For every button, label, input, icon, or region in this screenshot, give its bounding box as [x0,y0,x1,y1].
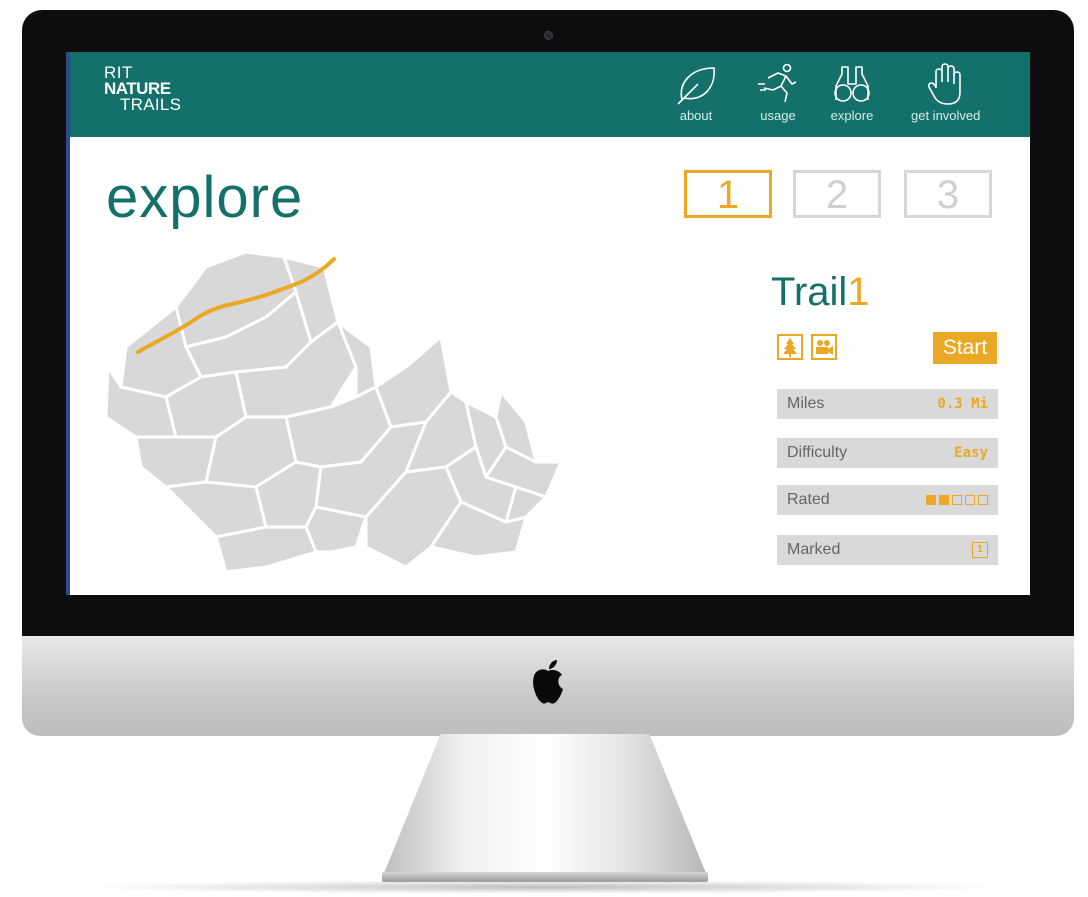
nav-get-involved-label: get involved [911,108,981,123]
step-1-button[interactable]: 1 [684,170,772,218]
nav-about-label: about [679,108,713,123]
camera-icon [544,31,553,40]
binoculars-icon [834,66,870,102]
nav-usage[interactable]: usage [756,62,800,132]
map-parcel [214,525,318,574]
nav-explore-label: explore [830,108,874,123]
apple-logo-icon [533,660,563,704]
tree-icon[interactable] [777,334,803,360]
nav-get-involved[interactable]: get involved [911,62,980,132]
app-screen: RIT NATURE TRAILS about usage explore ge… [66,52,1030,595]
hand-icon [927,63,961,105]
rated-label: Rated [787,491,830,508]
nav-explore[interactable]: explore [830,62,874,132]
map-parcel [134,435,218,489]
trail-map[interactable] [106,247,566,587]
rating-square-filled [926,495,936,505]
trail-title: Trail1 [771,270,870,315]
marked-value: 1 [972,542,988,558]
nav-usage-label: usage [760,108,796,123]
difficulty-value: Easy [954,445,988,461]
monitor-stand [382,734,708,879]
stat-row-miles: Miles 0.3 Mi [777,389,998,419]
step-2-button[interactable]: 2 [793,170,881,218]
stat-row-marked: Marked 1 [777,535,998,565]
rating-square-filled [939,495,949,505]
header-bar: RIT NATURE TRAILS about usage explore ge… [66,52,1030,137]
runner-icon [758,63,797,103]
leaf-icon [677,67,715,105]
stat-row-difficulty: Difficulty Easy [777,438,998,468]
brand-logo[interactable]: RIT NATURE TRAILS [104,64,182,114]
camera-icon[interactable] [811,334,837,360]
map-parcel [304,505,368,554]
rating-square-empty [965,495,975,505]
rating-square-empty [978,495,988,505]
trail-title-prefix: Trail [771,270,848,314]
nav-about[interactable]: about [674,62,718,132]
miles-label: Miles [787,395,825,412]
start-button[interactable]: Start [933,332,997,364]
step-3-button[interactable]: 3 [904,170,992,218]
stand-shadow [80,880,1010,894]
screen-edge [66,52,70,595]
stat-row-rated: Rated [777,485,998,515]
miles-value: 0.3 Mi [937,396,988,412]
rating-square-empty [952,495,962,505]
brand-line-3: TRAILS [120,95,182,114]
marked-label: Marked [787,541,841,558]
page-title: explore [106,165,304,230]
stand-foot [382,872,708,882]
difficulty-label: Difficulty [787,444,848,461]
trail-number: 1 [847,270,870,314]
rating-squares [926,495,988,505]
